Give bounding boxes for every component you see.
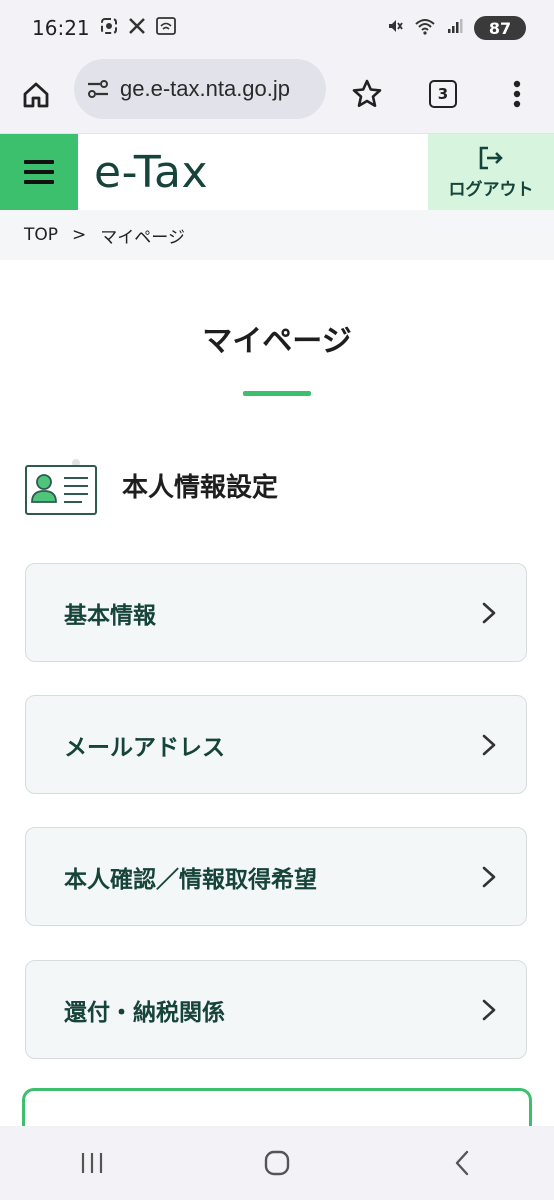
- browser-toolbar: ge.e-tax.nta.go.jp 3: [0, 56, 554, 134]
- recent-apps-icon: [82, 1153, 103, 1173]
- hamburger-icon-bar: [24, 180, 54, 184]
- wifi-icon: [414, 17, 436, 39]
- star-icon: [352, 79, 382, 107]
- chevron-right-icon: [478, 734, 500, 756]
- home-nav-button[interactable]: [247, 1133, 307, 1193]
- battery-indicator: 87: [474, 16, 526, 40]
- browser-menu-button[interactable]: [493, 70, 541, 118]
- site-settings-icon: [88, 80, 108, 98]
- browser-home-button[interactable]: [12, 71, 60, 119]
- home-icon: [23, 82, 49, 107]
- recent-apps-button[interactable]: [62, 1133, 122, 1193]
- chevron-right-icon: [478, 866, 500, 888]
- signal-icon: [446, 17, 464, 39]
- status-right: 87: [386, 16, 526, 40]
- id-card-icon: [24, 458, 100, 518]
- screenshot-icon: [100, 17, 118, 39]
- android-nav-bar: [0, 1126, 554, 1200]
- address-bar[interactable]: ge.e-tax.nta.go.jp: [74, 59, 326, 119]
- chevron-right-icon: [478, 999, 500, 1021]
- status-time: 16:21: [32, 16, 90, 40]
- page-title: マイページ: [202, 324, 352, 359]
- menu-card-label: 本人確認／情報取得希望: [64, 866, 317, 893]
- breadcrumb-top-link[interactable]: TOP: [24, 225, 58, 245]
- title-underline: [243, 391, 311, 396]
- tabs-button[interactable]: 3: [419, 70, 467, 118]
- menu-card-label: 還付・納税関係: [64, 999, 225, 1026]
- back-nav-button[interactable]: [432, 1133, 492, 1193]
- section-title: 本人情報設定: [122, 473, 279, 503]
- etax-logo[interactable]: e-Tax: [94, 134, 208, 210]
- x-app-icon: [128, 17, 146, 39]
- status-left: 16:21: [32, 16, 176, 40]
- hamburger-icon: [24, 160, 54, 164]
- logout-label: ログアウト: [448, 179, 534, 200]
- menu-card-basic-info[interactable]: 基本情報: [25, 563, 527, 662]
- menu-card-refund-tax[interactable]: 還付・納税関係: [25, 960, 527, 1059]
- wifi-box-icon: [155, 17, 176, 39]
- menu-card-identity[interactable]: 本人確認／情報取得希望: [25, 827, 527, 926]
- url-text: ge.e-tax.nta.go.jp: [120, 76, 291, 101]
- hamburger-menu-button[interactable]: [0, 134, 78, 210]
- breadcrumb-separator: >: [72, 225, 87, 245]
- more-vert-icon: [513, 80, 521, 108]
- back-chevron-icon: [455, 1150, 468, 1176]
- breadcrumb-current: マイページ: [100, 227, 185, 248]
- mute-icon: [386, 17, 404, 39]
- status-bar: 16:21 87: [0, 0, 554, 56]
- home-circle-icon: [264, 1150, 290, 1176]
- hamburger-icon-bar: [24, 170, 54, 174]
- menu-card-email[interactable]: メールアドレス: [25, 695, 527, 794]
- breadcrumb: TOP > マイページ: [0, 210, 554, 260]
- bookmark-button[interactable]: [343, 70, 391, 118]
- tab-count: 3: [429, 80, 457, 108]
- chevron-right-icon: [478, 602, 500, 624]
- logout-icon: [479, 146, 503, 169]
- menu-card-label: メールアドレス: [64, 734, 225, 761]
- menu-card-label: 基本情報: [64, 602, 156, 629]
- site-header: e-Tax ログアウト: [0, 134, 554, 210]
- logout-button[interactable]: ログアウト: [428, 134, 554, 210]
